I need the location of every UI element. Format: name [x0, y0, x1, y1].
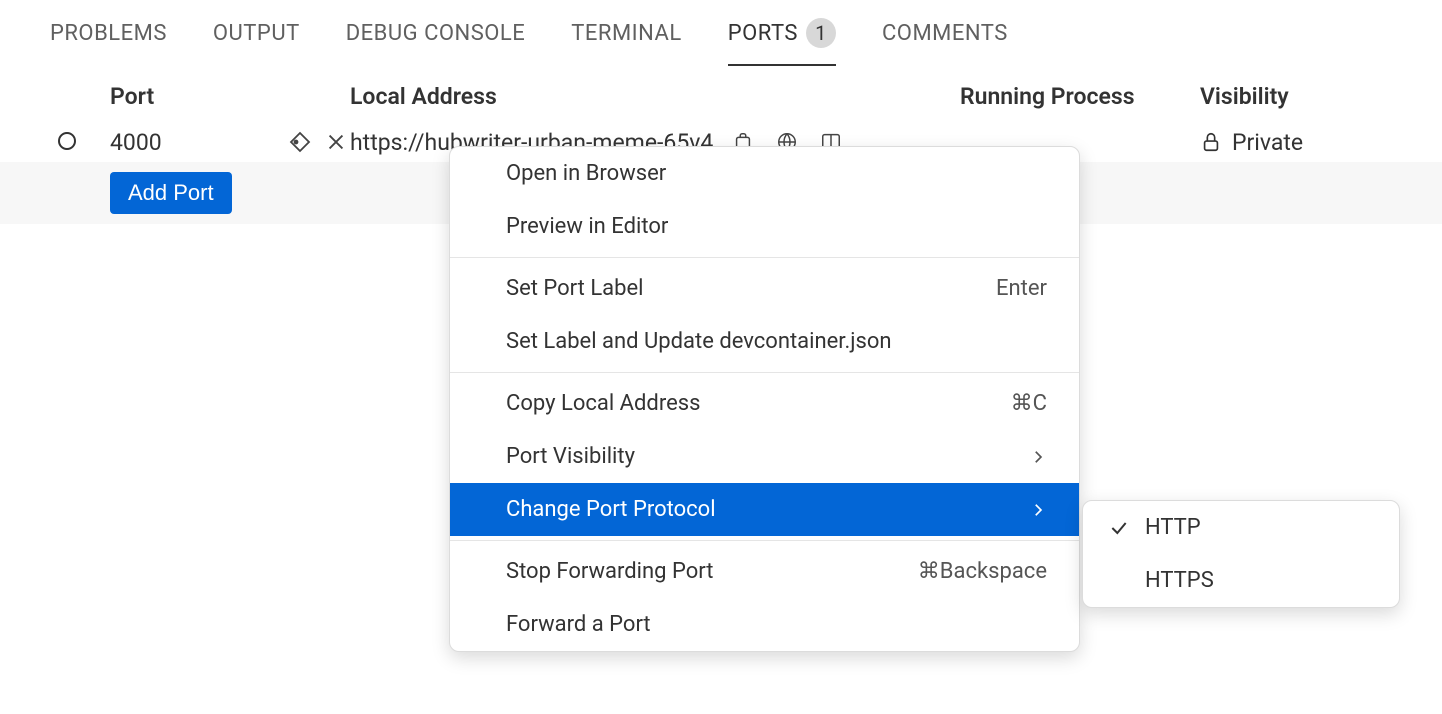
port-number: 4000: [110, 129, 278, 156]
header-local-address: Local Address: [350, 83, 960, 110]
ports-count-badge: 1: [806, 18, 836, 48]
menu-separator: [450, 372, 1079, 373]
menu-shortcut: ⌘Backspace: [918, 559, 1047, 584]
header-visibility: Visibility: [1200, 83, 1400, 110]
tab-comments[interactable]: COMMENTS: [882, 21, 1008, 64]
header-port: Port: [110, 83, 350, 110]
lock-icon: [1200, 131, 1222, 153]
menu-label: Forward a Port: [506, 612, 651, 637]
menu-copy-local-address[interactable]: Copy Local Address ⌘C: [450, 377, 1079, 430]
table-headers: Port Local Address Running Process Visib…: [0, 67, 1442, 122]
check-icon: [1107, 518, 1131, 538]
tag-icon[interactable]: [286, 128, 314, 156]
chevron-right-icon: [1029, 448, 1047, 466]
menu-port-visibility[interactable]: Port Visibility: [450, 430, 1079, 483]
tab-output[interactable]: OUTPUT: [213, 21, 300, 64]
tab-ports[interactable]: PORTS 1: [728, 18, 836, 66]
menu-shortcut: Enter: [996, 276, 1047, 301]
protocol-submenu: HTTP HTTPS: [1082, 500, 1400, 608]
menu-preview-in-editor[interactable]: Preview in Editor: [450, 200, 1079, 253]
menu-set-port-label[interactable]: Set Port Label Enter: [450, 262, 1079, 315]
tab-debug-console[interactable]: DEBUG CONSOLE: [346, 21, 526, 64]
context-menu: Open in Browser Preview in Editor Set Po…: [449, 146, 1080, 652]
menu-open-in-browser[interactable]: Open in Browser: [450, 147, 1079, 200]
panel-tabs: PROBLEMS OUTPUT DEBUG CONSOLE TERMINAL P…: [0, 0, 1442, 67]
menu-forward-a-port[interactable]: Forward a Port: [450, 598, 1079, 651]
menu-set-label-devcontainer[interactable]: Set Label and Update devcontainer.json: [450, 315, 1079, 368]
menu-separator: [450, 257, 1079, 258]
menu-label: Set Label and Update devcontainer.json: [506, 329, 892, 354]
submenu-https[interactable]: HTTPS: [1083, 554, 1399, 607]
visibility-cell: Private: [1200, 129, 1400, 156]
close-icon[interactable]: [322, 128, 350, 156]
submenu-http[interactable]: HTTP: [1083, 501, 1399, 554]
add-port-button[interactable]: Add Port: [110, 172, 232, 214]
menu-separator: [450, 540, 1079, 541]
menu-change-port-protocol[interactable]: Change Port Protocol: [450, 483, 1079, 536]
menu-label: Port Visibility: [506, 444, 635, 469]
chevron-right-icon: [1029, 501, 1047, 519]
menu-label: Open in Browser: [506, 161, 666, 186]
menu-label: Stop Forwarding Port: [506, 559, 713, 584]
port-cell: 4000: [110, 128, 350, 156]
header-running-process: Running Process: [960, 83, 1200, 110]
tab-ports-label: PORTS: [728, 21, 798, 46]
menu-label: Change Port Protocol: [506, 497, 716, 522]
submenu-label: HTTPS: [1145, 568, 1214, 593]
tab-terminal[interactable]: TERMINAL: [571, 21, 681, 64]
menu-label: Set Port Label: [506, 276, 644, 301]
menu-stop-forwarding-port[interactable]: Stop Forwarding Port ⌘Backspace: [450, 545, 1079, 598]
port-status-icon: [58, 132, 76, 150]
menu-label: Preview in Editor: [506, 214, 668, 239]
tab-problems[interactable]: PROBLEMS: [50, 21, 167, 64]
menu-shortcut: ⌘C: [1011, 391, 1047, 416]
submenu-label: HTTP: [1145, 515, 1201, 540]
status-cell: [0, 129, 110, 156]
menu-label: Copy Local Address: [506, 391, 700, 416]
visibility-value: Private: [1232, 129, 1303, 156]
